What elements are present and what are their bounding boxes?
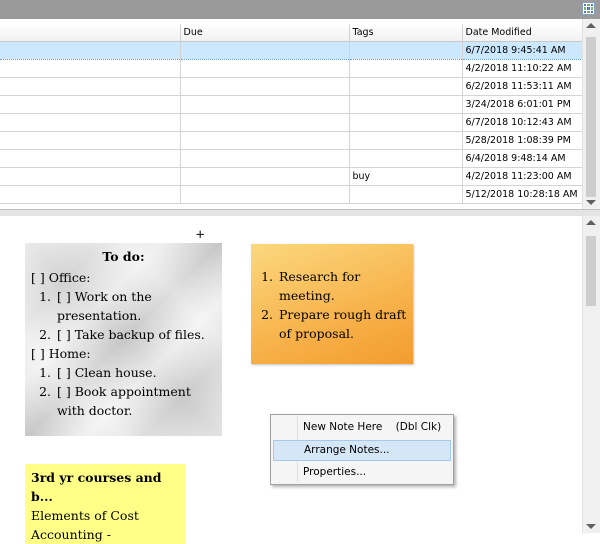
scrollbar-thumb[interactable]: [586, 37, 596, 197]
scroll-up-arrow-icon[interactable]: [586, 23, 596, 28]
list-item: [ ] Take backup of files.: [55, 325, 216, 344]
cell-modified: 5/28/2018 1:08:39 PM: [462, 131, 584, 150]
cell-title: [0, 95, 181, 114]
cell-tags: [349, 185, 463, 204]
column-header-title[interactable]: [0, 24, 181, 42]
note-title: To do:: [102, 249, 145, 264]
cell-tags: buy: [349, 167, 463, 186]
cell-title: [0, 77, 181, 96]
cell-tags: [349, 95, 463, 114]
column-header-tags[interactable]: Tags: [349, 24, 463, 42]
table-row[interactable]: 4/2/2018 11:10:22 AM: [0, 59, 584, 78]
cell-title: [0, 41, 181, 60]
canvas-scrollbar[interactable]: [582, 216, 600, 533]
list-item: Prepare rough draft of proposal.: [277, 305, 407, 343]
note-title: 3rd yr courses and b...: [31, 470, 162, 504]
table-row[interactable]: 5/12/2018 10:28:18 AM: [0, 185, 584, 204]
cell-tags: [349, 131, 463, 150]
list-item: [ ] Work on the presentation.: [55, 287, 216, 325]
office-list: [ ] Work on the presentation. [ ] Take b…: [31, 287, 216, 344]
context-menu: New Note Here (Dbl Clk) Arrange Notes...…: [270, 414, 454, 485]
list-item: [ ] Clean house.: [55, 363, 216, 382]
home-list: [ ] Clean house. [ ] Book appointment wi…: [31, 363, 216, 420]
cell-title: [0, 167, 181, 186]
cell-due: [180, 41, 350, 60]
table-scrollbar[interactable]: [582, 19, 600, 209]
home-header: [ ] Home:: [31, 346, 91, 361]
cell-tags: [349, 59, 463, 78]
scrollbar-thumb[interactable]: [586, 236, 596, 306]
cell-due: [180, 95, 350, 114]
table-row[interactable]: 6/4/2018 9:48:14 AM: [0, 149, 584, 168]
sticky-note-research[interactable]: Research for meeting. Prepare rough draf…: [251, 244, 413, 364]
cell-modified: 3/24/2018 6:01:01 PM: [462, 95, 584, 114]
notes-table-area: Due Tags Date Modified 6/7/2018 9:45:41 …: [0, 19, 600, 210]
cell-due: [180, 59, 350, 78]
notes-table: Due Tags Date Modified 6/7/2018 9:45:41 …: [0, 24, 584, 204]
research-list: Research for meeting. Prepare rough draf…: [253, 267, 407, 343]
cell-due: [180, 77, 350, 96]
sticky-note-todo[interactable]: To do: [ ] Office: [ ] Work on the prese…: [25, 243, 222, 436]
cell-title: [0, 59, 181, 78]
cell-title: [0, 185, 181, 204]
grid-view-icon[interactable]: [582, 2, 595, 15]
table-row[interactable]: 5/28/2018 1:08:39 PM: [0, 131, 584, 150]
column-header-date-modified[interactable]: Date Modified: [462, 24, 584, 42]
table-row[interactable]: 6/7/2018 9:45:41 AM: [0, 41, 584, 60]
cell-tags: [349, 113, 463, 132]
cell-modified: 6/2/2018 11:53:11 AM: [462, 77, 584, 96]
cell-title: [0, 149, 181, 168]
cell-due: [180, 185, 350, 204]
cell-due: [180, 149, 350, 168]
note-line: Elements of Cost: [31, 508, 139, 523]
table-row[interactable]: buy 4/2/2018 11:23:00 AM: [0, 167, 584, 186]
note-line: Accounting -: [31, 527, 111, 542]
table-row[interactable]: 6/7/2018 10:12:43 AM: [0, 113, 584, 132]
cell-title: [0, 113, 181, 132]
cell-modified: 5/12/2018 10:28:18 AM: [462, 185, 584, 204]
menu-item-arrange-notes[interactable]: Arrange Notes...: [273, 440, 451, 461]
cell-due: [180, 113, 350, 132]
office-header: [ ] Office:: [31, 270, 91, 285]
cell-tags: [349, 41, 463, 60]
cell-modified: 6/7/2018 9:45:41 AM: [462, 41, 584, 60]
cell-modified: 4/2/2018 11:23:00 AM: [462, 167, 584, 186]
cell-modified: 6/4/2018 9:48:14 AM: [462, 149, 584, 168]
table-row[interactable]: 3/24/2018 6:01:01 PM: [0, 95, 584, 114]
cell-tags: [349, 149, 463, 168]
scroll-down-arrow-icon[interactable]: [586, 524, 596, 529]
crosshair-cursor-icon: +: [196, 227, 205, 243]
menu-item-new-note-here[interactable]: New Note Here (Dbl Clk): [273, 417, 451, 438]
cell-modified: 6/7/2018 10:12:43 AM: [462, 113, 584, 132]
list-item: Research for meeting.: [277, 267, 407, 305]
column-header-due[interactable]: Due: [180, 24, 350, 42]
list-item: [ ] Book appointment with doctor.: [55, 382, 216, 420]
table-header-row: Due Tags Date Modified: [0, 24, 584, 42]
cell-due: [180, 167, 350, 186]
cell-modified: 4/2/2018 11:10:22 AM: [462, 59, 584, 78]
scroll-up-arrow-icon[interactable]: [586, 220, 596, 225]
menu-item-properties[interactable]: Properties...: [273, 462, 451, 483]
scroll-down-arrow-icon[interactable]: [586, 200, 596, 205]
cell-tags: [349, 77, 463, 96]
title-bar: [0, 0, 600, 19]
sticky-note-courses[interactable]: 3rd yr courses and b... Elements of Cost…: [25, 464, 185, 544]
cell-due: [180, 131, 350, 150]
cell-title: [0, 131, 181, 150]
table-row[interactable]: 6/2/2018 11:53:11 AM: [0, 77, 584, 96]
